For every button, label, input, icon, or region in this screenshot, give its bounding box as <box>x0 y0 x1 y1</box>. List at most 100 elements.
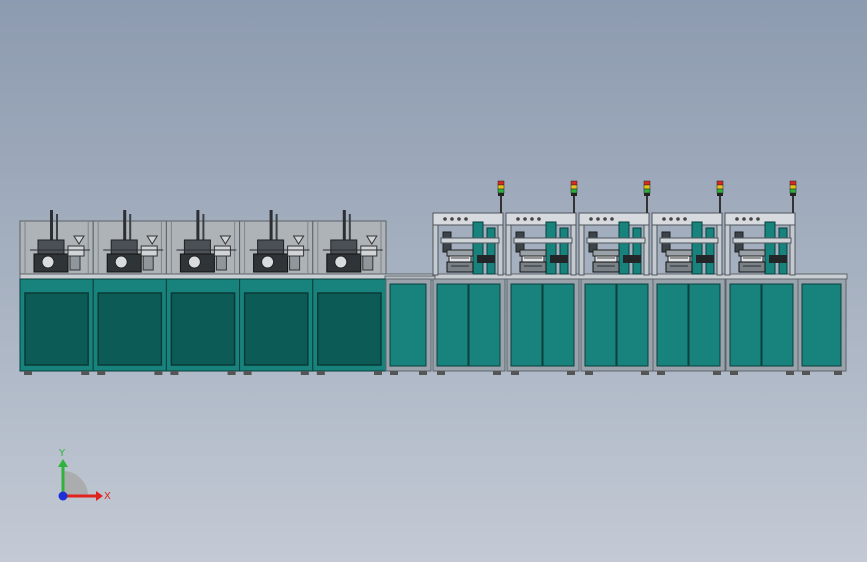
fixture-mid <box>448 255 472 263</box>
fixture-top <box>519 249 547 257</box>
motor-block <box>623 255 641 263</box>
clamp-support <box>215 255 227 271</box>
leveling-foot <box>316 371 325 375</box>
tower-light <box>716 180 724 186</box>
clamp-support <box>142 255 154 271</box>
mount-hole <box>457 217 461 221</box>
mount-hole <box>742 217 746 221</box>
right-cabinet-door <box>389 283 427 367</box>
tower-light <box>570 188 578 194</box>
mid-plate <box>732 237 792 244</box>
motor-block <box>477 255 495 263</box>
triad-z-origin <box>58 491 68 501</box>
mount-hole <box>749 217 753 221</box>
triad-x-arrowhead <box>96 491 103 501</box>
linear-actuator <box>705 227 715 275</box>
leveling-foot <box>802 371 810 375</box>
tower-base <box>717 193 723 196</box>
press-head <box>110 239 138 255</box>
mount-hole <box>596 217 600 221</box>
leveling-foot <box>97 371 106 375</box>
mount-hole <box>450 217 454 221</box>
tower-light <box>716 184 724 190</box>
tower-light <box>497 184 505 190</box>
tower-light <box>789 184 797 190</box>
linear-actuator <box>764 221 776 275</box>
signal-tower <box>570 180 578 213</box>
leveling-foot <box>713 371 721 375</box>
left-cabinet-door <box>97 292 163 366</box>
leveling-foot <box>641 371 649 375</box>
fixture-top <box>738 249 766 257</box>
signal-tower <box>716 180 724 213</box>
triad-arc <box>63 471 88 496</box>
mid-plate <box>659 237 719 244</box>
left-cabinet-door <box>243 292 309 366</box>
signal-tower <box>497 180 505 213</box>
leveling-foot <box>511 371 519 375</box>
left-station <box>165 210 241 375</box>
left-station <box>312 210 387 375</box>
left-cabinet-door <box>317 292 382 366</box>
press-wheel <box>261 255 275 269</box>
mount-hole <box>662 217 666 221</box>
fixture-base <box>592 261 620 273</box>
right-station <box>432 212 504 276</box>
tower-light <box>497 188 505 194</box>
press-wheel <box>187 255 201 269</box>
linear-actuator <box>486 227 496 275</box>
linear-actuator <box>691 221 703 275</box>
clamp-block <box>213 245 231 257</box>
linear-actuator <box>632 227 642 275</box>
press-head <box>330 239 358 255</box>
leveling-foot <box>81 371 90 375</box>
tower-base <box>644 193 650 196</box>
clamp-support <box>69 255 81 271</box>
right-cabinet-door <box>436 283 469 367</box>
mount-hole <box>603 217 607 221</box>
fixture-base <box>446 261 474 273</box>
leveling-foot <box>730 371 738 375</box>
leveling-foot <box>24 371 32 375</box>
right-cabinet-door <box>761 283 794 367</box>
mount-hole <box>669 217 673 221</box>
right-cabinet-door <box>801 283 842 367</box>
tower-base <box>790 193 796 196</box>
assembly-line-machine <box>19 180 848 375</box>
press-wheel <box>114 255 128 269</box>
mount-hole <box>516 217 520 221</box>
triad-y-label: Y <box>58 448 66 459</box>
mount-hole <box>610 217 614 221</box>
right-cabinet-door <box>584 283 617 367</box>
tower-pole <box>719 196 721 213</box>
leveling-foot <box>834 371 842 375</box>
right-cabinet-door <box>616 283 649 367</box>
tower-light <box>643 188 651 194</box>
press-head <box>183 239 211 255</box>
coordinate-triad: X Y <box>58 448 111 502</box>
leveling-foot <box>437 371 445 375</box>
right-cabinet <box>385 278 432 375</box>
left-cabinet-door <box>24 292 89 366</box>
leveling-foot <box>243 371 252 375</box>
right-cabinet-door <box>468 283 501 367</box>
leveling-foot <box>493 371 501 375</box>
leveling-foot <box>786 371 794 375</box>
leveling-foot <box>419 371 427 375</box>
mount-hole <box>464 217 468 221</box>
leveling-foot <box>657 371 665 375</box>
right-cabinet <box>652 278 726 375</box>
leveling-foot <box>227 371 236 375</box>
press-head <box>37 239 65 255</box>
linear-actuator <box>472 221 484 275</box>
tower-light <box>643 180 651 186</box>
linear-actuator <box>778 227 788 275</box>
mount-hole <box>537 217 541 221</box>
leveling-foot <box>585 371 593 375</box>
left-station <box>19 210 94 375</box>
left-station <box>239 210 314 375</box>
fixture-mid <box>521 255 545 263</box>
tower-light <box>643 184 651 190</box>
right-cabinet-door <box>656 283 689 367</box>
right-cabinet <box>797 278 847 375</box>
